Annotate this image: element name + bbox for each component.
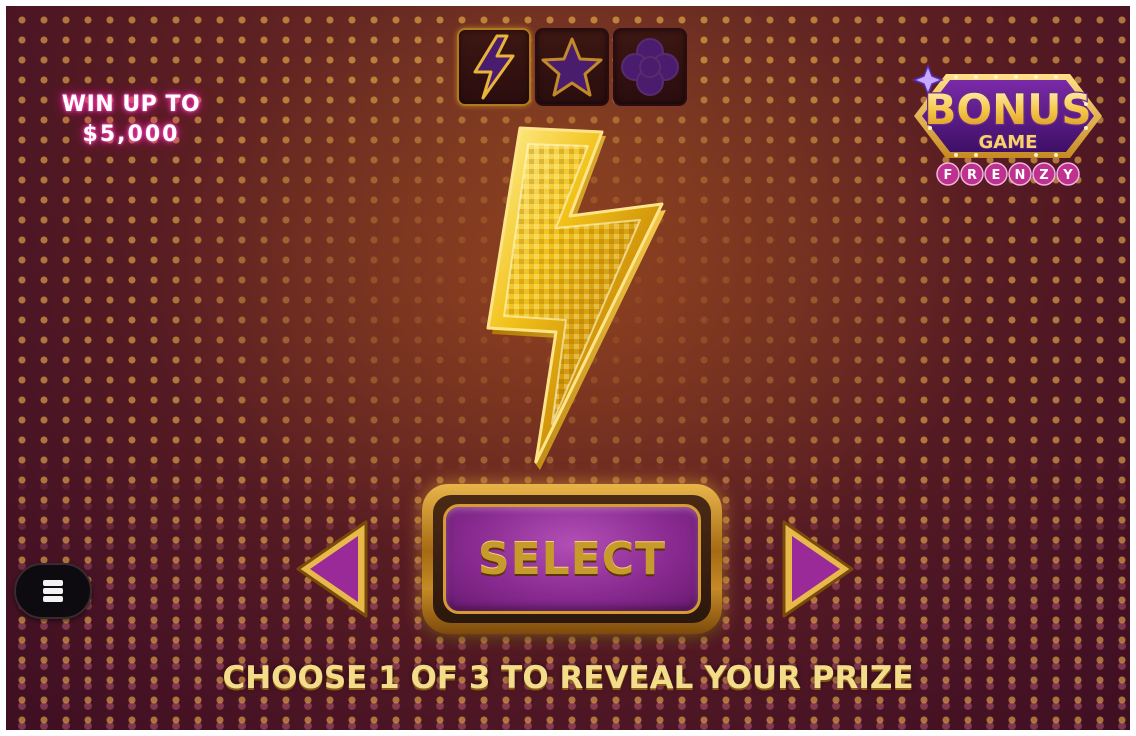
arrow-left-icon[interactable]	[288, 514, 378, 624]
win-up-to-label: WIN UP TO	[61, 92, 201, 117]
logo-frenzy-letter: R	[967, 168, 977, 183]
featured-lightning-bolt-icon	[486, 126, 666, 470]
select-button-label: SELECT	[477, 533, 667, 585]
win-up-to-amount: $5,000	[82, 122, 180, 147]
logo-frenzy-letter: E	[992, 168, 1001, 183]
tab-star[interactable]	[535, 28, 609, 106]
select-button[interactable]: SELECT	[443, 504, 701, 614]
logo-frenzy-letter: Z	[1039, 168, 1048, 183]
lightning-bolt-icon	[473, 34, 515, 100]
clover-icon	[621, 38, 679, 96]
symbol-tabs	[457, 28, 687, 106]
win-up-to-banner: WIN UP TO $5,000	[46, 90, 216, 150]
select-button-frame: SELECT	[422, 484, 722, 634]
instruction-text: CHOOSE 1 OF 3 TO REVEAL YOUR PRIZE	[222, 660, 914, 696]
logo-bonus-text: BONUS	[924, 85, 1091, 134]
tab-lightning[interactable]	[457, 28, 531, 106]
arrow-right-icon[interactable]	[772, 514, 862, 624]
select-button-inner: SELECT	[433, 495, 711, 623]
logo-frenzy: F R E N Z Y	[936, 162, 1080, 186]
logo-game-text: GAME	[979, 132, 1038, 153]
star-icon	[541, 37, 603, 97]
logo-frenzy-letter: N	[1015, 168, 1026, 183]
menu-button[interactable]	[14, 563, 92, 619]
bonus-game-frenzy-logo: BONUS GAME F R E N Z Y	[911, 63, 1102, 186]
logo-frenzy-letter: Y	[1062, 168, 1073, 183]
logo-frenzy-letter: F	[944, 168, 953, 183]
game-stage: WIN UP TO $5,000 BONUS GAME F R E N Z Y …	[6, 6, 1130, 730]
menu-icon	[43, 578, 63, 604]
tab-clover[interactable]	[613, 28, 687, 106]
